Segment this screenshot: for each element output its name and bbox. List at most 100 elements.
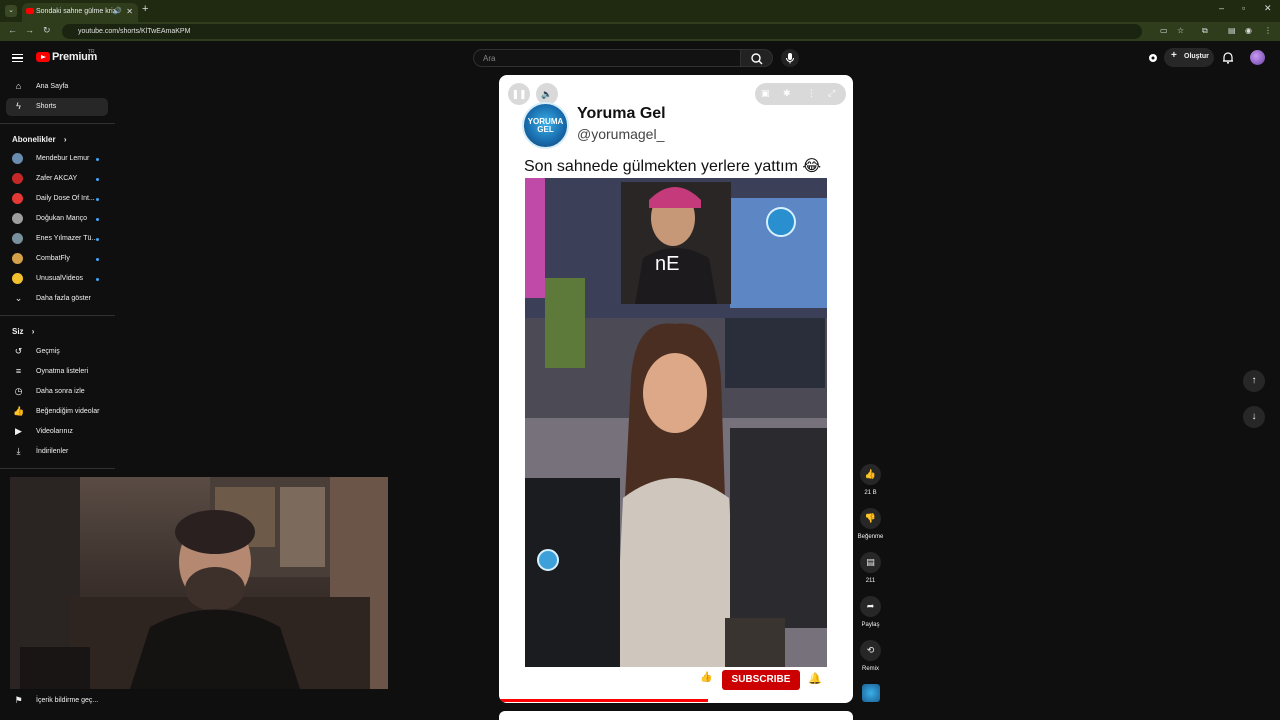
sidebar-item-label: İçerik bildirme geç... (36, 697, 99, 704)
avatar (12, 173, 23, 184)
dislike-button[interactable]: 👎 (860, 508, 881, 529)
channel-name[interactable]: Yoruma Gel (577, 105, 666, 123)
sidebar-item-report[interactable]: ⚑ İçerik bildirme geç... (6, 692, 108, 710)
sidebar-item-history[interactable]: ↺ Geçmiş (6, 343, 108, 361)
minimize-icon[interactable]: – (1219, 3, 1224, 13)
sidebar-item-label: Daha fazla göster (36, 295, 91, 302)
new-content-dot (96, 178, 99, 181)
shorts-player[interactable]: ❚❚ 🔈 ▣ ✱ ⋮ ⤢ YORUMA GEL Yoruma Gel @yoru… (499, 75, 853, 703)
watch-later-icon: ◷ (14, 386, 23, 396)
avatar (12, 233, 23, 244)
address-bar-row: ← → ↻ youtube.com/shorts/KlTwEAmaKPM ▭ ☆… (0, 22, 1280, 41)
settings-icon[interactable]: ✱ (783, 88, 791, 99)
dislike-label: Beğenme (857, 534, 884, 540)
browser-menu-icon[interactable]: ⋮ (1264, 26, 1272, 35)
gear-icon[interactable] (1147, 52, 1159, 64)
subscriptions-heading[interactable]: Abonelikler › (12, 135, 66, 144)
browser-tab[interactable]: Sondaki sahne gülme kriz 🔊 ✕ (22, 3, 138, 22)
microphone-icon (786, 53, 794, 64)
sidebar-item-subscription[interactable]: CombatFly (6, 250, 108, 268)
remix-button[interactable]: ⟲ (860, 640, 881, 661)
avatar (12, 253, 23, 264)
youtube-header: Premium TR Ara + Oluştur (0, 41, 1280, 75)
chevron-right-icon: › (31, 327, 35, 336)
sidebar-item-label: Doğukan Manço (36, 215, 87, 222)
menu-icon[interactable] (12, 54, 23, 62)
share-label: Paylaş (861, 622, 880, 628)
speaker-icon[interactable]: 🔊 (113, 7, 122, 15)
playlist-icon: ≡ (15, 366, 22, 376)
sidebar-item-subscription[interactable]: Doğukan Manço (6, 210, 108, 228)
sidebar-item-watch-later[interactable]: ◷ Daha sonra izle (6, 383, 108, 401)
divider (0, 315, 115, 316)
next-short-preview[interactable] (499, 711, 853, 720)
account-avatar[interactable] (1250, 50, 1265, 65)
sidebar-item-subscription[interactable]: Mendebur Lemur (6, 150, 108, 168)
video-progress-bar[interactable] (499, 699, 708, 702)
sidebar-item-label: Enes Yılmazer Tü... (36, 235, 98, 242)
sidebar-item-label: Beğendiğim videolar (36, 408, 100, 415)
search-input[interactable]: Ara (473, 49, 741, 67)
bookmark-star-icon[interactable]: ☆ (1177, 26, 1184, 35)
sidebar-item-label: Geçmiş (36, 348, 60, 355)
sidebar-item-home[interactable]: ⌂ Ana Sayfa (6, 78, 108, 96)
extensions-icon[interactable]: ⧉ (1202, 26, 1208, 36)
region-label: TR (88, 49, 95, 55)
search-button[interactable] (741, 49, 773, 67)
show-more-button[interactable]: ⌄ Daha fazla göster (6, 290, 108, 308)
like-count: 21 B (864, 490, 877, 496)
pause-button[interactable]: ❚❚ (508, 83, 530, 105)
sidebar-toggle-icon[interactable]: ▤ (1228, 26, 1236, 35)
like-button[interactable]: 👍 (860, 464, 881, 485)
tab-title: Sondaki sahne gülme kriz (36, 8, 117, 15)
notification-bell-icon[interactable]: 🔔 (808, 672, 822, 685)
sidebar-item-label: Mendebur Lemur (36, 155, 90, 162)
avatar (12, 153, 23, 164)
forward-icon[interactable]: → (25, 25, 34, 35)
reload-icon[interactable]: ↻ (43, 25, 51, 36)
channel-logo[interactable]: YORUMA GEL (522, 102, 569, 149)
tab-search-button[interactable]: ⌄ (5, 5, 17, 17)
maximize-icon[interactable]: ▫ (1242, 3, 1245, 13)
channel-logo-text: YORUMA GEL (527, 117, 564, 134)
sidebar-item-subscription[interactable]: Enes Yılmazer Tü... (6, 230, 108, 248)
sidebar-item-label: Videolarınız (36, 428, 73, 435)
sidebar-item-subscription[interactable]: Zafer AKCAY (6, 170, 108, 188)
video-frame[interactable]: nE (525, 178, 827, 667)
sidebar-item-subscription[interactable]: UnusualVideos (6, 270, 108, 288)
sidebar-item-subscription[interactable]: Daily Dose Of Int... (6, 190, 108, 208)
sidebar-item-label: UnusualVideos (36, 275, 83, 282)
captions-icon[interactable]: ▣ (761, 88, 770, 99)
more-icon[interactable]: ⋮ (807, 88, 816, 99)
url-field[interactable]: youtube.com/shorts/KlTwEAmaKPM (62, 24, 1142, 39)
sidebar-item-downloads[interactable]: ⤓ İndirilenler (6, 443, 108, 461)
like-icon: 👍 (13, 406, 25, 416)
thumbs-up-icon[interactable]: 👍 (700, 672, 712, 683)
sidebar-item-your-videos[interactable]: ▶ Videolarınız (6, 423, 108, 441)
channel-thumbnail[interactable] (862, 684, 880, 702)
sidebar-item-shorts[interactable]: ϟ Shorts (6, 98, 108, 116)
sidebar-item-liked-videos[interactable]: 👍 Beğendiğim videolar (6, 403, 108, 421)
create-button[interactable]: + Oluştur (1164, 48, 1214, 67)
window-close-icon[interactable]: ✕ (1264, 3, 1272, 14)
profile-icon[interactable]: ◉ (1245, 26, 1252, 35)
share-button[interactable]: ➦ (860, 596, 881, 617)
back-icon[interactable]: ← (8, 25, 17, 35)
previous-short-button[interactable]: ↑ (1243, 370, 1265, 392)
close-tab-icon[interactable]: ✕ (126, 7, 133, 16)
chevron-right-icon: › (63, 135, 67, 144)
fullscreen-icon[interactable]: ⤢ (828, 88, 835, 99)
comments-button[interactable]: ▤ (860, 552, 881, 573)
youtube-logo-icon[interactable] (36, 52, 50, 62)
subscribe-button[interactable]: SUBSCRIBE (722, 670, 800, 690)
cast-icon[interactable]: ▭ (1160, 26, 1168, 35)
bell-icon[interactable] (1222, 51, 1234, 64)
channel-handle[interactable]: @yorumagel_ (577, 126, 664, 142)
sidebar-item-playlists[interactable]: ≡ Oynatma listeleri (6, 363, 108, 381)
voice-search-button[interactable] (781, 49, 799, 67)
you-heading[interactable]: Siz › (12, 327, 34, 336)
sidebar-item-label: İndirilenler (36, 448, 69, 455)
new-tab-button[interactable]: + (142, 3, 148, 15)
browser-tab-strip: ⌄ Sondaki sahne gülme kriz 🔊 ✕ + – ▫ ✕ (0, 0, 1280, 22)
next-short-button[interactable]: ↓ (1243, 406, 1265, 428)
